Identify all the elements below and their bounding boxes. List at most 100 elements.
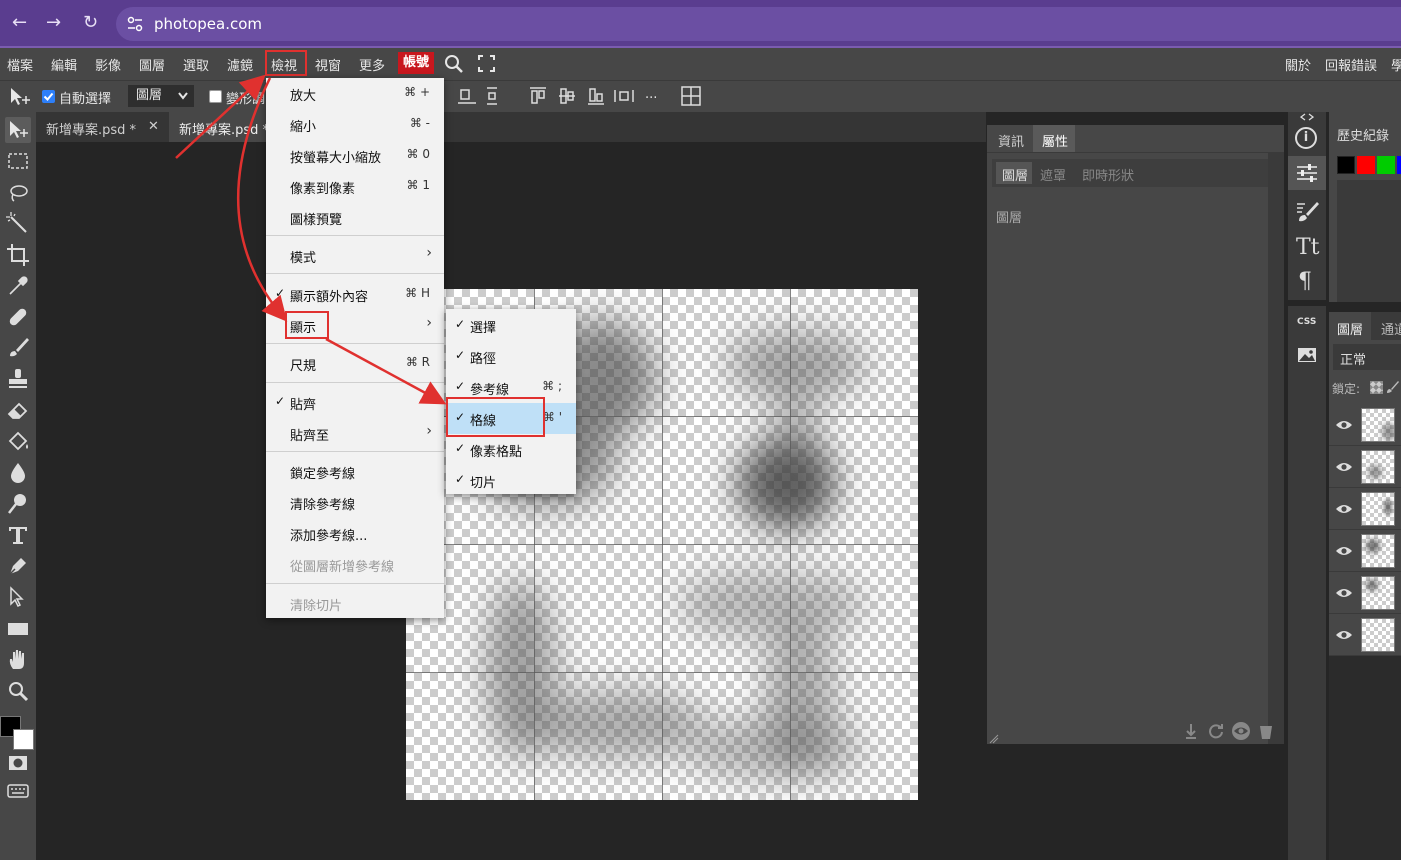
eye-icon[interactable] xyxy=(1335,503,1353,515)
swatch-black[interactable] xyxy=(1337,156,1355,174)
healing-tool[interactable] xyxy=(5,304,31,330)
menu-item-clear-guides[interactable]: 清除參考線 xyxy=(266,487,444,518)
menu-item-snap-to[interactable]: 貼齊至 › xyxy=(266,418,444,449)
document-tab-2[interactable]: 新增專案.psd * xyxy=(169,112,269,142)
menu-filter[interactable]: 濾鏡 xyxy=(227,55,253,74)
align-bottom-icon[interactable] xyxy=(456,86,478,106)
magic-wand-tool[interactable] xyxy=(5,211,31,237)
subtab-live-shape[interactable]: 即時形狀 xyxy=(1082,165,1134,184)
layer-row[interactable] xyxy=(1329,530,1401,572)
back-arrow-icon[interactable]: ← xyxy=(12,12,27,33)
move-tool-icon[interactable] xyxy=(8,86,32,108)
more-options-button[interactable]: ... xyxy=(645,87,657,102)
menu-item-show-extras[interactable]: ✓ 顯示額外內容 ⌘ H xyxy=(266,279,444,310)
menu-edit[interactable]: 編輯 xyxy=(51,55,77,74)
character-panel-icon[interactable]: Tt xyxy=(1296,235,1320,260)
eye-icon[interactable] xyxy=(1335,629,1353,641)
menu-item-mode[interactable]: 模式 › xyxy=(266,240,444,271)
submenu-item-selection[interactable]: ✓ 選擇 xyxy=(446,310,576,341)
blur-tool[interactable] xyxy=(5,460,31,486)
menu-report-bug[interactable]: 回報錯誤 xyxy=(1325,55,1377,74)
tab-layers[interactable]: 圖層 xyxy=(1337,319,1363,338)
menu-item-zoom-in[interactable]: 放大 ⌘ + xyxy=(266,78,444,109)
info-panel-icon[interactable]: i xyxy=(1295,127,1317,149)
eraser-tool[interactable] xyxy=(5,397,31,423)
path-select-tool[interactable] xyxy=(5,584,31,610)
menu-about[interactable]: 關於 xyxy=(1285,55,1311,74)
eye-icon[interactable] xyxy=(1335,545,1353,557)
address-bar[interactable]: photopea.com xyxy=(116,7,1401,41)
menu-select[interactable]: 選取 xyxy=(183,55,209,74)
refresh-icon[interactable] xyxy=(1208,723,1224,739)
collapse-panels-icon[interactable] xyxy=(1300,113,1314,121)
trash-icon[interactable] xyxy=(1258,722,1274,740)
tab-info[interactable]: 資訊 xyxy=(998,131,1024,150)
menu-item-fit-screen[interactable]: 按螢幕大小縮放 ⌘ 0 xyxy=(266,140,444,171)
properties-scrollbar[interactable] xyxy=(1268,153,1284,744)
lock-transparency-icon[interactable] xyxy=(1370,381,1383,394)
submenu-item-slices[interactable]: ✓ 切片 xyxy=(446,465,576,496)
menu-more[interactable]: 更多 xyxy=(359,55,385,74)
eye-icon[interactable] xyxy=(1335,587,1353,599)
keyboard-tool[interactable] xyxy=(5,782,31,800)
layer-row[interactable] xyxy=(1329,446,1401,488)
history-list[interactable] xyxy=(1337,180,1401,302)
distribute-vertical-icon[interactable] xyxy=(486,86,498,106)
submenu-item-pixel-grid[interactable]: ✓ 像素格點 xyxy=(446,434,576,465)
move-tool[interactable] xyxy=(5,117,31,143)
visibility-eye-icon[interactable] xyxy=(1231,722,1251,740)
hand-tool[interactable] xyxy=(5,647,31,673)
menu-image[interactable]: 影像 xyxy=(95,55,121,74)
transform-controls-checkbox[interactable] xyxy=(209,90,222,103)
paragraph-panel-icon[interactable]: ¶ xyxy=(1298,269,1312,294)
subtab-layer[interactable]: 圖層 xyxy=(1002,165,1028,184)
swatch-green[interactable] xyxy=(1377,156,1395,174)
zoom-tool[interactable] xyxy=(5,678,31,704)
apply-mask-icon[interactable] xyxy=(1184,723,1198,739)
menu-window[interactable]: 視窗 xyxy=(315,55,341,74)
grid-arrange-icon[interactable] xyxy=(681,86,701,106)
lock-paint-icon[interactable] xyxy=(1387,380,1399,394)
marquee-tool[interactable] xyxy=(5,148,31,174)
swatch-blue[interactable] xyxy=(1397,156,1401,174)
align-top-edges-icon[interactable] xyxy=(528,86,548,106)
menu-item-add-guide[interactable]: 添加參考線... xyxy=(266,518,444,549)
rectangle-tool[interactable] xyxy=(5,616,31,642)
background-color-swatch[interactable] xyxy=(13,729,34,750)
eyedropper-tool[interactable] xyxy=(5,273,31,299)
search-icon[interactable] xyxy=(444,54,464,74)
menu-item-zoom-out[interactable]: 縮小 ⌘ - xyxy=(266,109,444,140)
layer-row[interactable] xyxy=(1329,572,1401,614)
css-panel-icon[interactable]: CSS xyxy=(1297,317,1316,327)
type-tool[interactable] xyxy=(5,522,31,548)
layer-row[interactable] xyxy=(1329,488,1401,530)
menu-layer[interactable]: 圖層 xyxy=(139,55,165,74)
menu-item-snap[interactable]: ✓ 貼齊 xyxy=(266,387,444,418)
submenu-item-paths[interactable]: ✓ 路徑 xyxy=(446,341,576,372)
lasso-tool[interactable] xyxy=(5,180,31,206)
menu-file[interactable]: 檔案 xyxy=(7,55,33,74)
quick-mask-tool[interactable] xyxy=(5,753,31,773)
swatch-red[interactable] xyxy=(1357,156,1375,174)
layer-row[interactable] xyxy=(1329,404,1401,446)
reload-icon[interactable]: ↻ xyxy=(83,12,98,33)
distribute-horizontal-icon[interactable] xyxy=(613,88,635,104)
blend-mode-select[interactable]: 正常 xyxy=(1333,344,1401,370)
menu-item-pattern-preview[interactable]: 圖樣預覽 xyxy=(266,202,444,233)
image-panel-icon[interactable] xyxy=(1297,347,1317,363)
menu-item-lock-guides[interactable]: 鎖定參考線 xyxy=(266,456,444,487)
menu-item-rulers[interactable]: 尺規 ⌘ R xyxy=(266,348,444,379)
forward-arrow-icon[interactable]: → xyxy=(46,12,61,33)
tab-properties[interactable]: 屬性 xyxy=(1042,131,1068,150)
auto-select-target-dropdown[interactable]: 圖層 xyxy=(128,85,194,107)
stamp-tool[interactable] xyxy=(5,366,31,392)
auto-select-checkbox[interactable] xyxy=(42,90,55,103)
brush-tool[interactable] xyxy=(5,335,31,361)
menu-item-pixel-to-pixel[interactable]: 像素到像素 ⌘ 1 xyxy=(266,171,444,202)
pen-tool[interactable] xyxy=(5,553,31,579)
align-vertical-centers-icon[interactable] xyxy=(557,86,577,106)
close-tab-icon[interactable]: ✕ xyxy=(148,119,159,134)
site-settings-icon[interactable] xyxy=(126,15,144,33)
eye-icon[interactable] xyxy=(1335,419,1353,431)
crop-tool[interactable] xyxy=(5,242,31,268)
